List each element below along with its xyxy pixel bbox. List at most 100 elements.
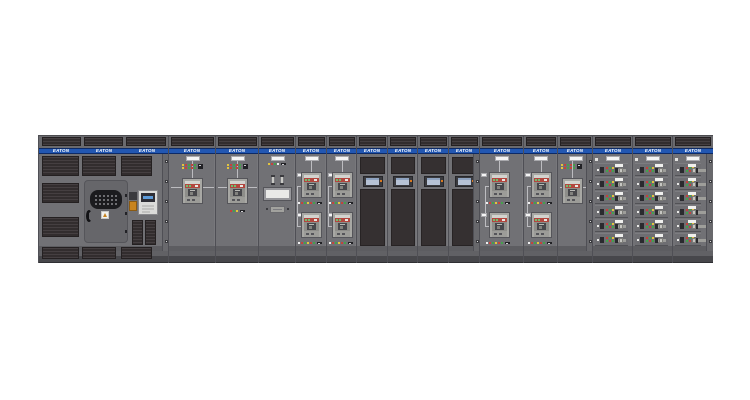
- brand-band: EATON: [327, 148, 357, 154]
- pill-dot: [199, 165, 201, 166]
- indicator-pill: [348, 242, 353, 244]
- roof-vent: [675, 137, 711, 146]
- compartment-label: [270, 206, 285, 213]
- breaker-green-button: [336, 219, 338, 221]
- screen-header: [458, 178, 471, 180]
- unit-block: [600, 223, 604, 229]
- breaker-green-button: [569, 185, 571, 187]
- breaker-unit: [301, 212, 322, 238]
- indicator-light: [609, 181, 611, 183]
- latch-square: [709, 220, 712, 223]
- unit-label: [655, 192, 663, 195]
- breaker-unit: [182, 178, 203, 204]
- breaker-base-mark: [311, 193, 314, 195]
- breaker-green-button: [535, 179, 537, 181]
- breaker-unit: [301, 172, 322, 198]
- mimic-line: [311, 161, 312, 172]
- indicator-light: [498, 202, 500, 204]
- indicator-light: [686, 195, 688, 197]
- indicator-light: [606, 195, 608, 197]
- indicator-light: [606, 240, 608, 242]
- indicator-pill: [198, 164, 203, 169]
- indicator-light: [230, 164, 232, 166]
- breaker-green-button: [308, 179, 310, 181]
- brand-band: EATONEATONEATON: [39, 148, 169, 154]
- unit-block: [680, 237, 684, 243]
- breaker-base-mark: [187, 199, 190, 201]
- roof-vent: [84, 137, 123, 146]
- indicator-light: [612, 181, 614, 183]
- section-nameplate: [569, 156, 583, 161]
- feeder-row: [675, 205, 701, 218]
- eaton-logo: EATON: [533, 149, 549, 154]
- unit-dot: [677, 197, 679, 199]
- feeder-row: [595, 219, 628, 232]
- unit-label: [688, 192, 696, 195]
- indicator-light: [649, 212, 651, 214]
- breaker-window-mark: [340, 226, 343, 229]
- indicator-light: [540, 242, 542, 244]
- breaker-window-mark: [190, 190, 195, 191]
- indicator-light: [606, 209, 608, 211]
- brand-band: EATON: [296, 148, 327, 154]
- mimic-line: [485, 186, 486, 226]
- breaker-base-mark: [232, 199, 235, 201]
- base-edge: [357, 262, 388, 263]
- breaker-window-mark: [570, 192, 573, 195]
- unit-block: [680, 223, 684, 229]
- indicator-light: [646, 226, 648, 228]
- breaker-unit: [531, 172, 552, 198]
- indicator-light: [689, 167, 691, 169]
- indicator-light: [646, 195, 648, 197]
- breaker-green-button: [234, 185, 236, 187]
- indicator-light: [686, 223, 688, 225]
- indicator-light: [606, 170, 608, 172]
- indicator-light: [194, 167, 196, 169]
- indicator-light: [341, 242, 343, 244]
- unit-dot: [677, 225, 679, 227]
- screen-module: [363, 176, 383, 187]
- eaton-logo: EATON: [139, 149, 155, 154]
- unit-dot: [637, 197, 639, 199]
- power-led: [410, 180, 412, 182]
- feeder-row: [675, 177, 701, 190]
- indicator-light: [501, 242, 503, 244]
- breaker-rating-tag: [502, 219, 505, 221]
- indicator-light: [489, 242, 491, 244]
- section-breaker-stack-4: EATON: [523, 135, 557, 263]
- base-edge: [673, 262, 713, 263]
- door-bolt: [125, 230, 127, 233]
- handle-tip: [619, 238, 623, 243]
- base-edge: [524, 262, 558, 263]
- unit-label: [615, 206, 623, 209]
- pill-dot: [318, 243, 320, 244]
- indicator-light: [686, 198, 688, 200]
- hmi-keypad-line: [142, 205, 154, 207]
- indicator-light: [646, 240, 648, 242]
- indicator-light: [606, 237, 608, 239]
- breaker-base-mark: [536, 233, 539, 235]
- unit-dot: [637, 169, 639, 171]
- indicator-light: [652, 212, 654, 214]
- feeder-row: [595, 191, 628, 204]
- side-dot: [266, 208, 268, 210]
- fuse-cap: [280, 175, 284, 177]
- unit-block: [600, 181, 604, 187]
- indicator-light: [649, 226, 651, 228]
- power-led: [380, 180, 382, 182]
- vent-grille: [121, 156, 152, 176]
- indicator-light: [612, 195, 614, 197]
- indicator-light: [486, 242, 488, 244]
- handle-tip: [619, 210, 623, 215]
- section-nameplate: [686, 156, 700, 161]
- amber-indicator: [129, 201, 137, 211]
- indicator-light: [310, 202, 312, 204]
- handle-shaft: [698, 169, 706, 172]
- indicator-light: [649, 167, 651, 169]
- indicator-light: [335, 202, 337, 204]
- indicator-light: [609, 198, 611, 200]
- mimic-line: [297, 186, 298, 226]
- eaton-logo: EATON: [303, 149, 319, 154]
- connector-dot: [103, 199, 105, 201]
- connector-dot: [115, 203, 117, 205]
